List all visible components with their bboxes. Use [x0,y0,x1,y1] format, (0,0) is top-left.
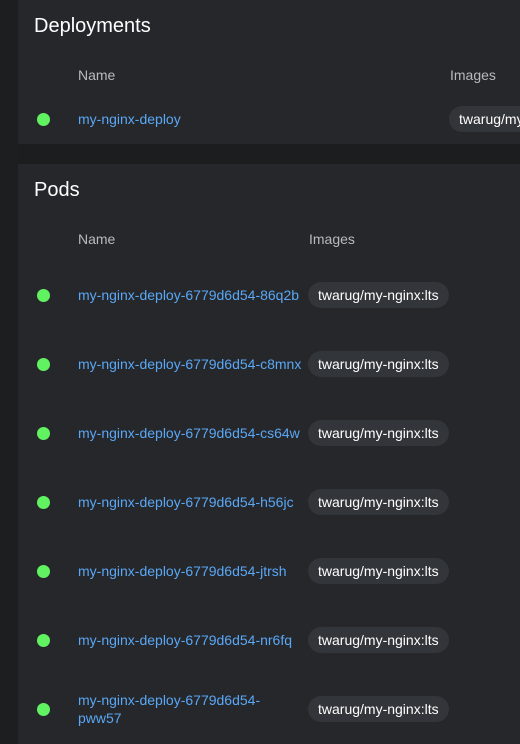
pods-name-header: Name [78,231,116,247]
sidebar-edge [0,0,18,744]
pod-name-link[interactable]: my-nginx-deploy-6779d6d54-nr6fq [78,631,292,649]
status-running-icon [37,113,50,126]
pods-title: Pods [34,179,80,201]
deployment-image-chip-clip: twarug/my-nginx:lts [449,106,520,132]
deployments-title: Deployments [34,15,151,37]
pod-name-link[interactable]: my-nginx-deploy-6779d6d54-jtrsh [78,562,287,580]
status-running-icon [37,427,50,440]
pod-image-chip: twarug/my-nginx:lts [308,351,449,377]
pods-card: Pods Name Images my-nginx-deploy-6779d6d… [18,164,520,744]
pod-image-chip: twarug/my-nginx:lts [308,489,449,515]
pod-image-chip: twarug/my-nginx:lts [308,627,449,653]
deployments-images-header: Images [450,67,496,83]
pod-name-link[interactable]: my-nginx-deploy-6779d6d54-c8mnx [78,355,301,373]
deployment-name-link[interactable]: my-nginx-deploy [78,110,181,128]
deployments-name-header: Name [78,67,116,83]
pod-image-chip: twarug/my-nginx:lts [308,420,449,446]
pods-images-header: Images [309,231,355,247]
status-running-icon [37,565,50,578]
pod-name-link[interactable]: my-nginx-deploy-6779d6d54-h56jc [78,493,294,511]
pod-name-link[interactable]: my-nginx-deploy-6779d6d54-cs64w [78,424,300,442]
deployments-card: Deployments Name Images my-nginx-deploy … [18,0,520,144]
status-running-icon [37,289,50,302]
pod-name-link[interactable]: my-nginx-deploy-6779d6d54-86q2b [78,286,299,304]
pod-image-chip: twarug/my-nginx:lts [308,696,449,722]
deployment-image-chip: twarug/my-nginx:lts [449,106,520,132]
status-running-icon [37,634,50,647]
status-running-icon [37,358,50,371]
status-running-icon [37,703,50,716]
pod-image-chip: twarug/my-nginx:lts [308,558,449,584]
pod-name-link[interactable]: my-nginx-deploy-6779d6d54- pww57 [78,691,288,727]
pod-image-chip: twarug/my-nginx:lts [308,282,449,308]
dashboard-canvas: Deployments Name Images my-nginx-deploy … [0,0,520,744]
status-running-icon [37,496,50,509]
